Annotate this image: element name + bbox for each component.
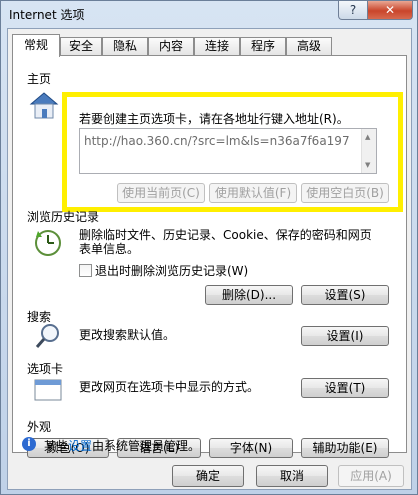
home-icon (27, 88, 61, 122)
use-blank-button[interactable]: 使用空白页(B) (301, 183, 389, 203)
tabs-desc: 更改网页在选项卡中显示的方式。 (79, 380, 260, 394)
delete-on-exit-label[interactable]: 退出时删除浏览历史记录(W) (95, 264, 248, 278)
history-label: 浏览历史记录 (27, 210, 100, 224)
info-bar: i 某些 设置 由系统管理员管理。 (22, 435, 402, 455)
tab-general[interactable]: 常规 (12, 34, 60, 57)
tab-security[interactable]: 安全 (60, 37, 102, 56)
cancel-button[interactable]: 取消 (256, 465, 328, 487)
use-current-button[interactable]: 使用当前页(C) (117, 183, 205, 203)
homepage-url-input[interactable]: http://hao.360.cn/?src=lm&ls=n36a7f6a197… (79, 128, 377, 174)
tab-content[interactable]: 内容 (148, 37, 194, 56)
history-desc-line2: 表单信息。 (79, 242, 140, 256)
search-settings-button[interactable]: 设置(I) (301, 326, 389, 346)
use-default-button[interactable]: 使用默认值(F) (209, 183, 297, 203)
history-clock-icon (33, 228, 63, 258)
tab-programs[interactable]: 程序 (240, 37, 286, 56)
history-desc-line1: 删除临时文件、历史记录、Cookie、保存的密码和网页 (79, 228, 372, 242)
close-icon[interactable]: ✕ (367, 1, 413, 20)
ok-button[interactable]: 确定 (172, 465, 244, 487)
url-scrollbar[interactable]: ▲ ▼ (361, 129, 376, 173)
appearance-label: 外观 (27, 420, 52, 434)
history-settings-button[interactable]: 设置(S) (301, 285, 389, 305)
magnifier-icon (33, 322, 63, 352)
apply-button[interactable]: 应用(A) (338, 465, 404, 487)
delete-history-button[interactable]: 删除(D)... (205, 285, 293, 305)
help-icon[interactable]: ? (338, 1, 368, 20)
tabs-label: 选项卡 (27, 362, 64, 376)
dialog-client: 常规 安全 隐私 内容 连接 程序 高级 主页 若要创建主页选项卡，请在各地址行… (7, 28, 412, 490)
info-prefix: 某些 (44, 439, 69, 453)
delete-on-exit-checkbox[interactable] (79, 264, 92, 277)
window-title: Internet 选项 (9, 8, 85, 22)
general-panel: 主页 若要创建主页选项卡，请在各地址行键入地址(R)。 http://hao.3… (12, 55, 407, 458)
homepage-label: 主页 (27, 72, 52, 86)
homepage-hint: 若要创建主页选项卡，请在各地址行键入地址(R)。 (79, 112, 349, 126)
tabs-settings-button[interactable]: 设置(T) (301, 378, 389, 398)
tab-advanced[interactable]: 高级 (286, 37, 332, 56)
tab-connections[interactable]: 连接 (194, 37, 240, 56)
title-bar[interactable]: Internet 选项 ? ✕ (1, 1, 417, 27)
info-settings-link[interactable]: 设置 (68, 437, 92, 454)
scroll-up-icon[interactable]: ▲ (365, 133, 370, 141)
scroll-down-icon[interactable]: ▼ (365, 161, 370, 169)
tab-privacy[interactable]: 隐私 (102, 37, 148, 56)
info-suffix: 由系统管理员管理。 (92, 439, 201, 453)
internet-options-dialog: Internet 选项 ? ✕ 常规 安全 隐私 内容 连接 程序 高级 主页 (0, 0, 418, 495)
search-desc: 更改搜索默认值。 (79, 328, 176, 342)
info-icon: i (22, 437, 36, 451)
tabs-window-icon (33, 376, 63, 404)
homepage-url-text: http://hao.360.cn/?src=lm&ls=n36a7f6a197 (84, 134, 350, 148)
